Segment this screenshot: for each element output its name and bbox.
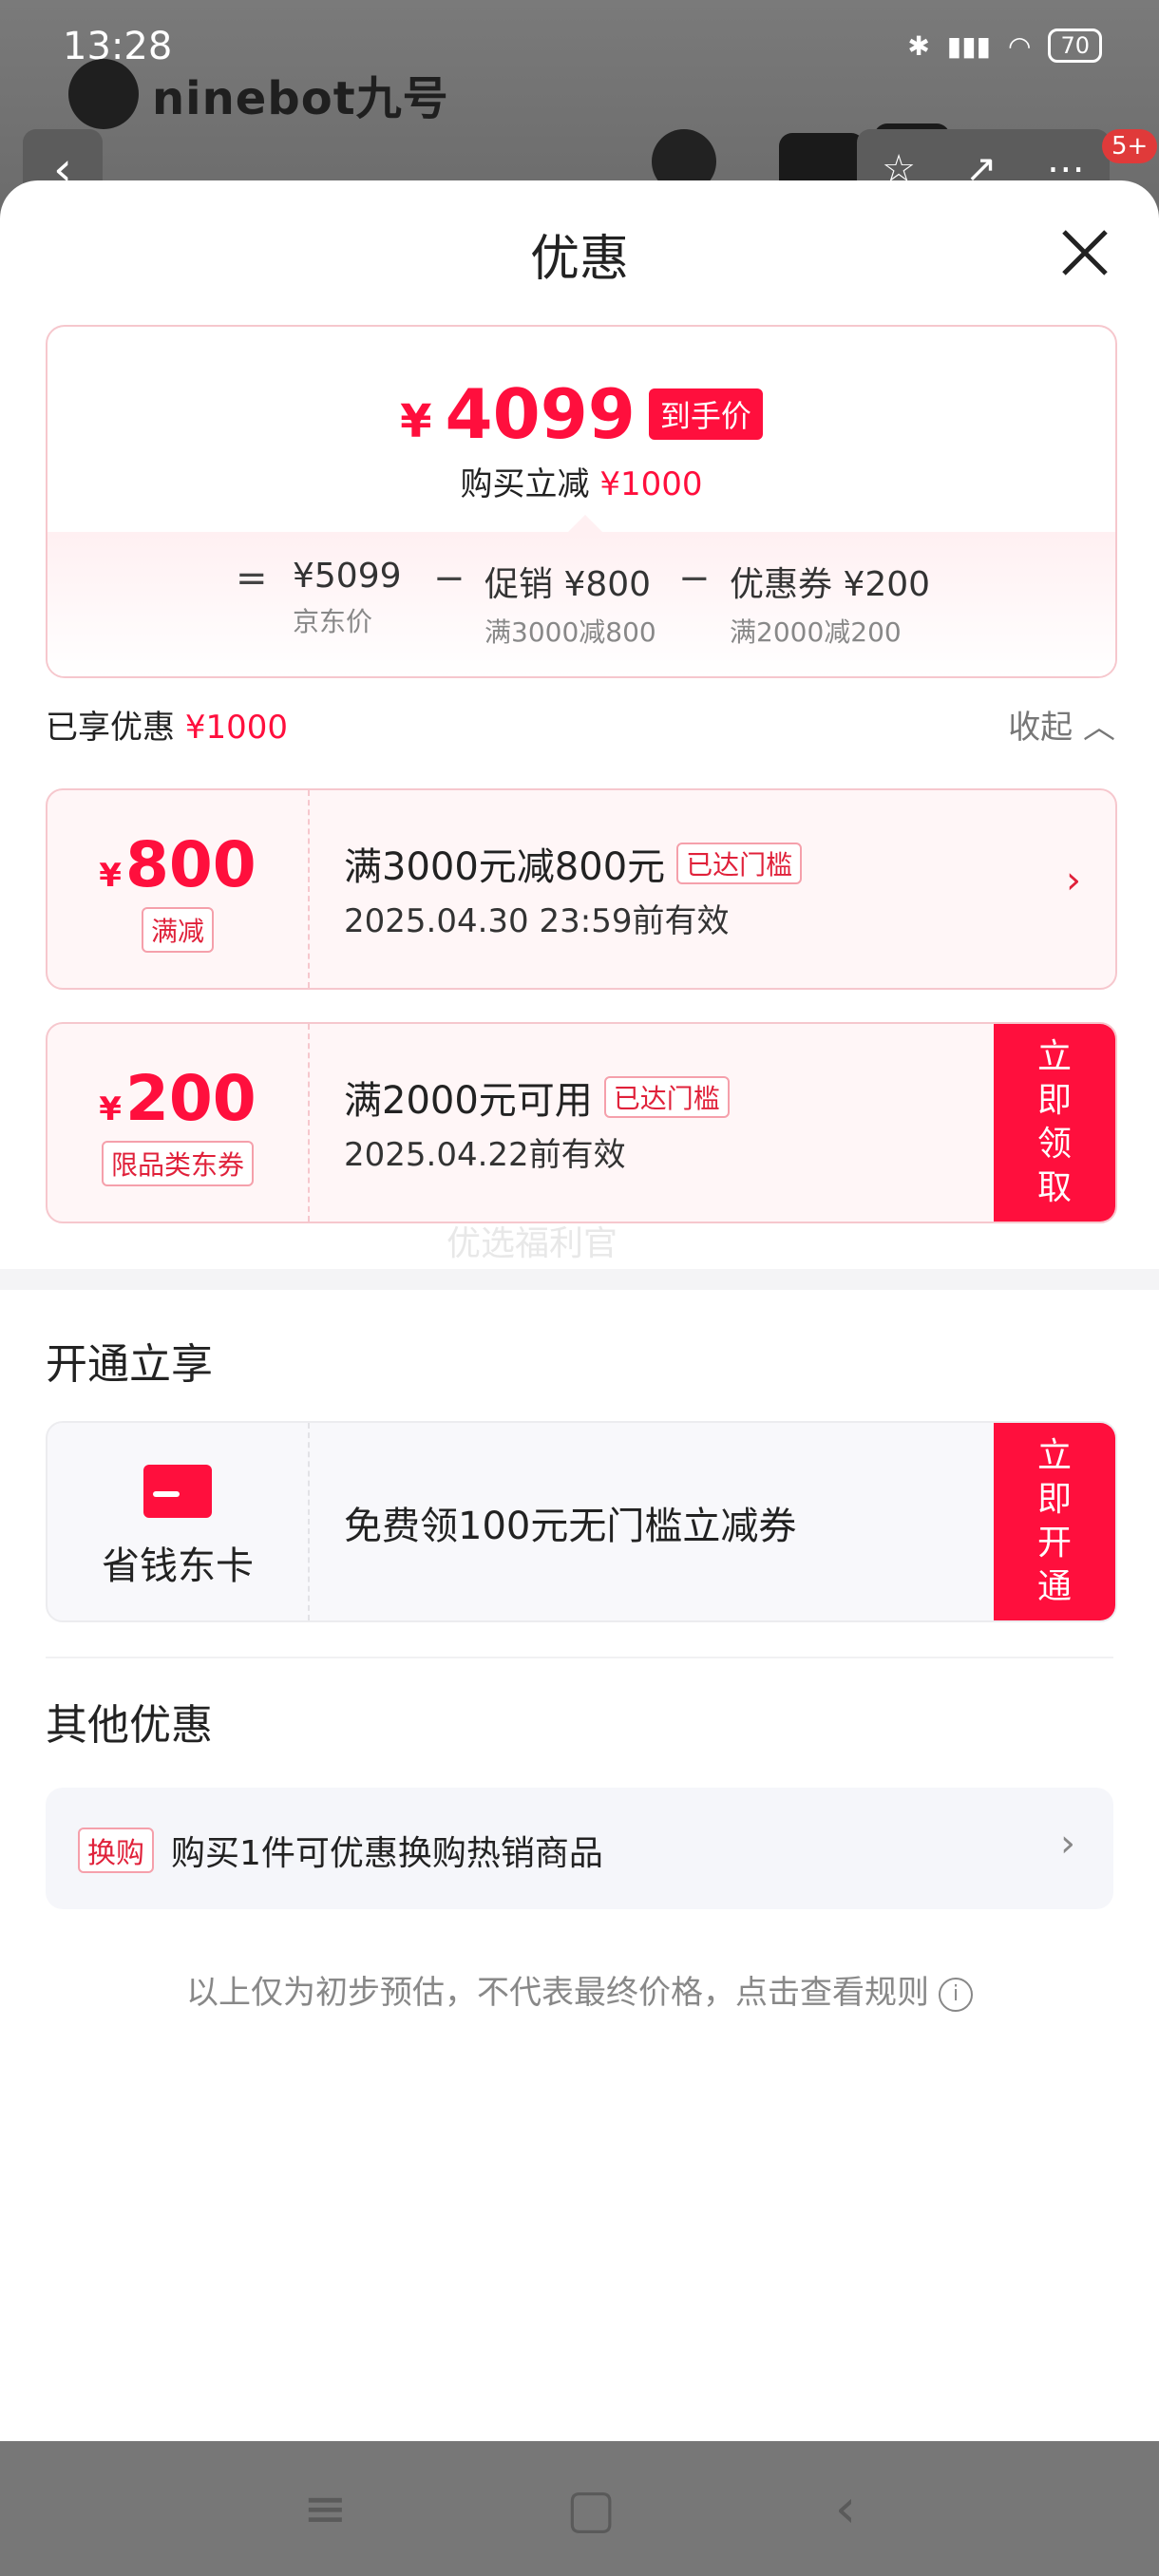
battery-icon: 70 bbox=[1048, 28, 1102, 63]
membership-card: 省钱东卡 免费领100元无门槛立减券 立即开通 bbox=[46, 1421, 1117, 1622]
breakdown-promotion: 促销 ¥800 满3000减800 bbox=[484, 565, 656, 648]
price-breakdown: = ¥5099 京东价 − 促销 ¥800 满3000减800 − 优惠券 ¥2… bbox=[48, 515, 1115, 676]
card-icon bbox=[143, 1465, 212, 1518]
signal-icon: ▮▮▮ bbox=[946, 29, 992, 62]
coupon-type-badge: 限品类东券 bbox=[101, 1141, 254, 1186]
sheet-title: 优惠 bbox=[529, 231, 629, 288]
chevron-right-icon: › bbox=[1060, 1822, 1075, 1866]
wifi-icon: ◠ bbox=[1008, 29, 1032, 62]
status-icons: ✱ ▮▮▮ ◠ 70 bbox=[907, 28, 1102, 63]
close-icon[interactable] bbox=[1058, 226, 1112, 279]
final-price: ¥ 4099 到手价 bbox=[48, 374, 1115, 454]
notification-badge: 5+ bbox=[1102, 129, 1158, 163]
section-heading-other: 其他优惠 bbox=[46, 1701, 213, 1750]
price-summary-card: ¥ 4099 到手价 购买立减 ¥1000 = ¥5099 京东价 − 促销 ¥… bbox=[46, 325, 1117, 678]
final-price-value: 4099 bbox=[445, 374, 636, 454]
breakdown-coupon: 优惠券 ¥200 满2000减200 bbox=[730, 565, 931, 648]
coupon-amount-area: ¥200 限品类东券 bbox=[48, 1024, 308, 1222]
brand-mark-icon bbox=[68, 59, 139, 129]
rules-note[interactable]: 以上仅为初步预估，不代表最终价格，点击查看规则 i bbox=[0, 1966, 1159, 2013]
breakdown-jd-price: ¥5099 京东价 bbox=[293, 557, 402, 637]
threshold-tag: 已达门槛 bbox=[676, 843, 803, 884]
back-icon[interactable]: ‹ bbox=[835, 2478, 856, 2540]
brand-name: ninebot九号 bbox=[152, 72, 449, 125]
discount-sheet: 优惠 ¥ 4099 到手价 购买立减 ¥1000 = ¥5099 京东价 − 促… bbox=[0, 180, 1159, 2441]
minus-sign: − bbox=[433, 557, 466, 600]
threshold-tag: 已达门槛 bbox=[603, 1076, 730, 1118]
coupon-card-voucher: ¥200 限品类东券 满2000元可用 已达门槛 2025.04.22前有效 立… bbox=[46, 1022, 1117, 1223]
home-icon[interactable]: ▢ bbox=[566, 2478, 617, 2540]
chevron-up-icon: ︿ bbox=[1083, 709, 1115, 747]
coupon-amount-area: ¥800 满减 bbox=[48, 790, 308, 988]
coupon-card-promotion[interactable]: ¥800 满减 满3000元减800元 已达门槛 2025.04.30 23:5… bbox=[46, 788, 1117, 990]
bluetooth-icon: ✱ bbox=[907, 29, 930, 62]
watermark: 优选福利官 bbox=[446, 1224, 618, 1263]
system-nav-bar: ≡ ▢ ‹ bbox=[0, 2441, 1159, 2576]
coupon-title: 满2000元可用 已达门槛 bbox=[344, 1070, 730, 1125]
open-membership-button[interactable]: 立即开通 bbox=[994, 1423, 1115, 1620]
coupon-expiry: 2025.04.30 23:59前有效 bbox=[344, 902, 730, 940]
coupon-title: 满3000元减800元 已达门槛 bbox=[344, 836, 803, 891]
minus-sign: − bbox=[678, 557, 711, 600]
final-price-tag: 到手价 bbox=[648, 388, 763, 440]
info-icon[interactable]: i bbox=[939, 1977, 973, 2012]
trade-in-text: 购买1件可优惠换购热销商品 bbox=[171, 1834, 603, 1873]
equals-sign: = bbox=[236, 557, 268, 600]
enjoyed-discount: 已享优惠 ¥1000 bbox=[46, 709, 288, 747]
menu-icon[interactable]: ≡ bbox=[303, 2478, 348, 2540]
brand-logo: ninebot九号 bbox=[68, 59, 449, 129]
section-heading-open: 开通立享 bbox=[46, 1340, 213, 1389]
collapse-button[interactable]: 收起 ︿ bbox=[1008, 701, 1115, 748]
chevron-right-icon[interactable]: › bbox=[1066, 859, 1081, 902]
claim-coupon-button[interactable]: 立即领取 bbox=[994, 1024, 1115, 1222]
coupon-type-badge: 满减 bbox=[141, 907, 214, 953]
membership-benefit: 免费领100元无门槛立减券 bbox=[344, 1505, 797, 1548]
membership-name: 省钱东卡 bbox=[102, 1544, 254, 1588]
instant-discount: 购买立减 ¥1000 bbox=[460, 465, 703, 503]
trade-in-tag: 换购 bbox=[78, 1828, 154, 1873]
trade-in-offer[interactable]: 换购 购买1件可优惠换购热销商品 › bbox=[46, 1788, 1113, 1909]
coupon-expiry: 2025.04.22前有效 bbox=[344, 1136, 626, 1174]
